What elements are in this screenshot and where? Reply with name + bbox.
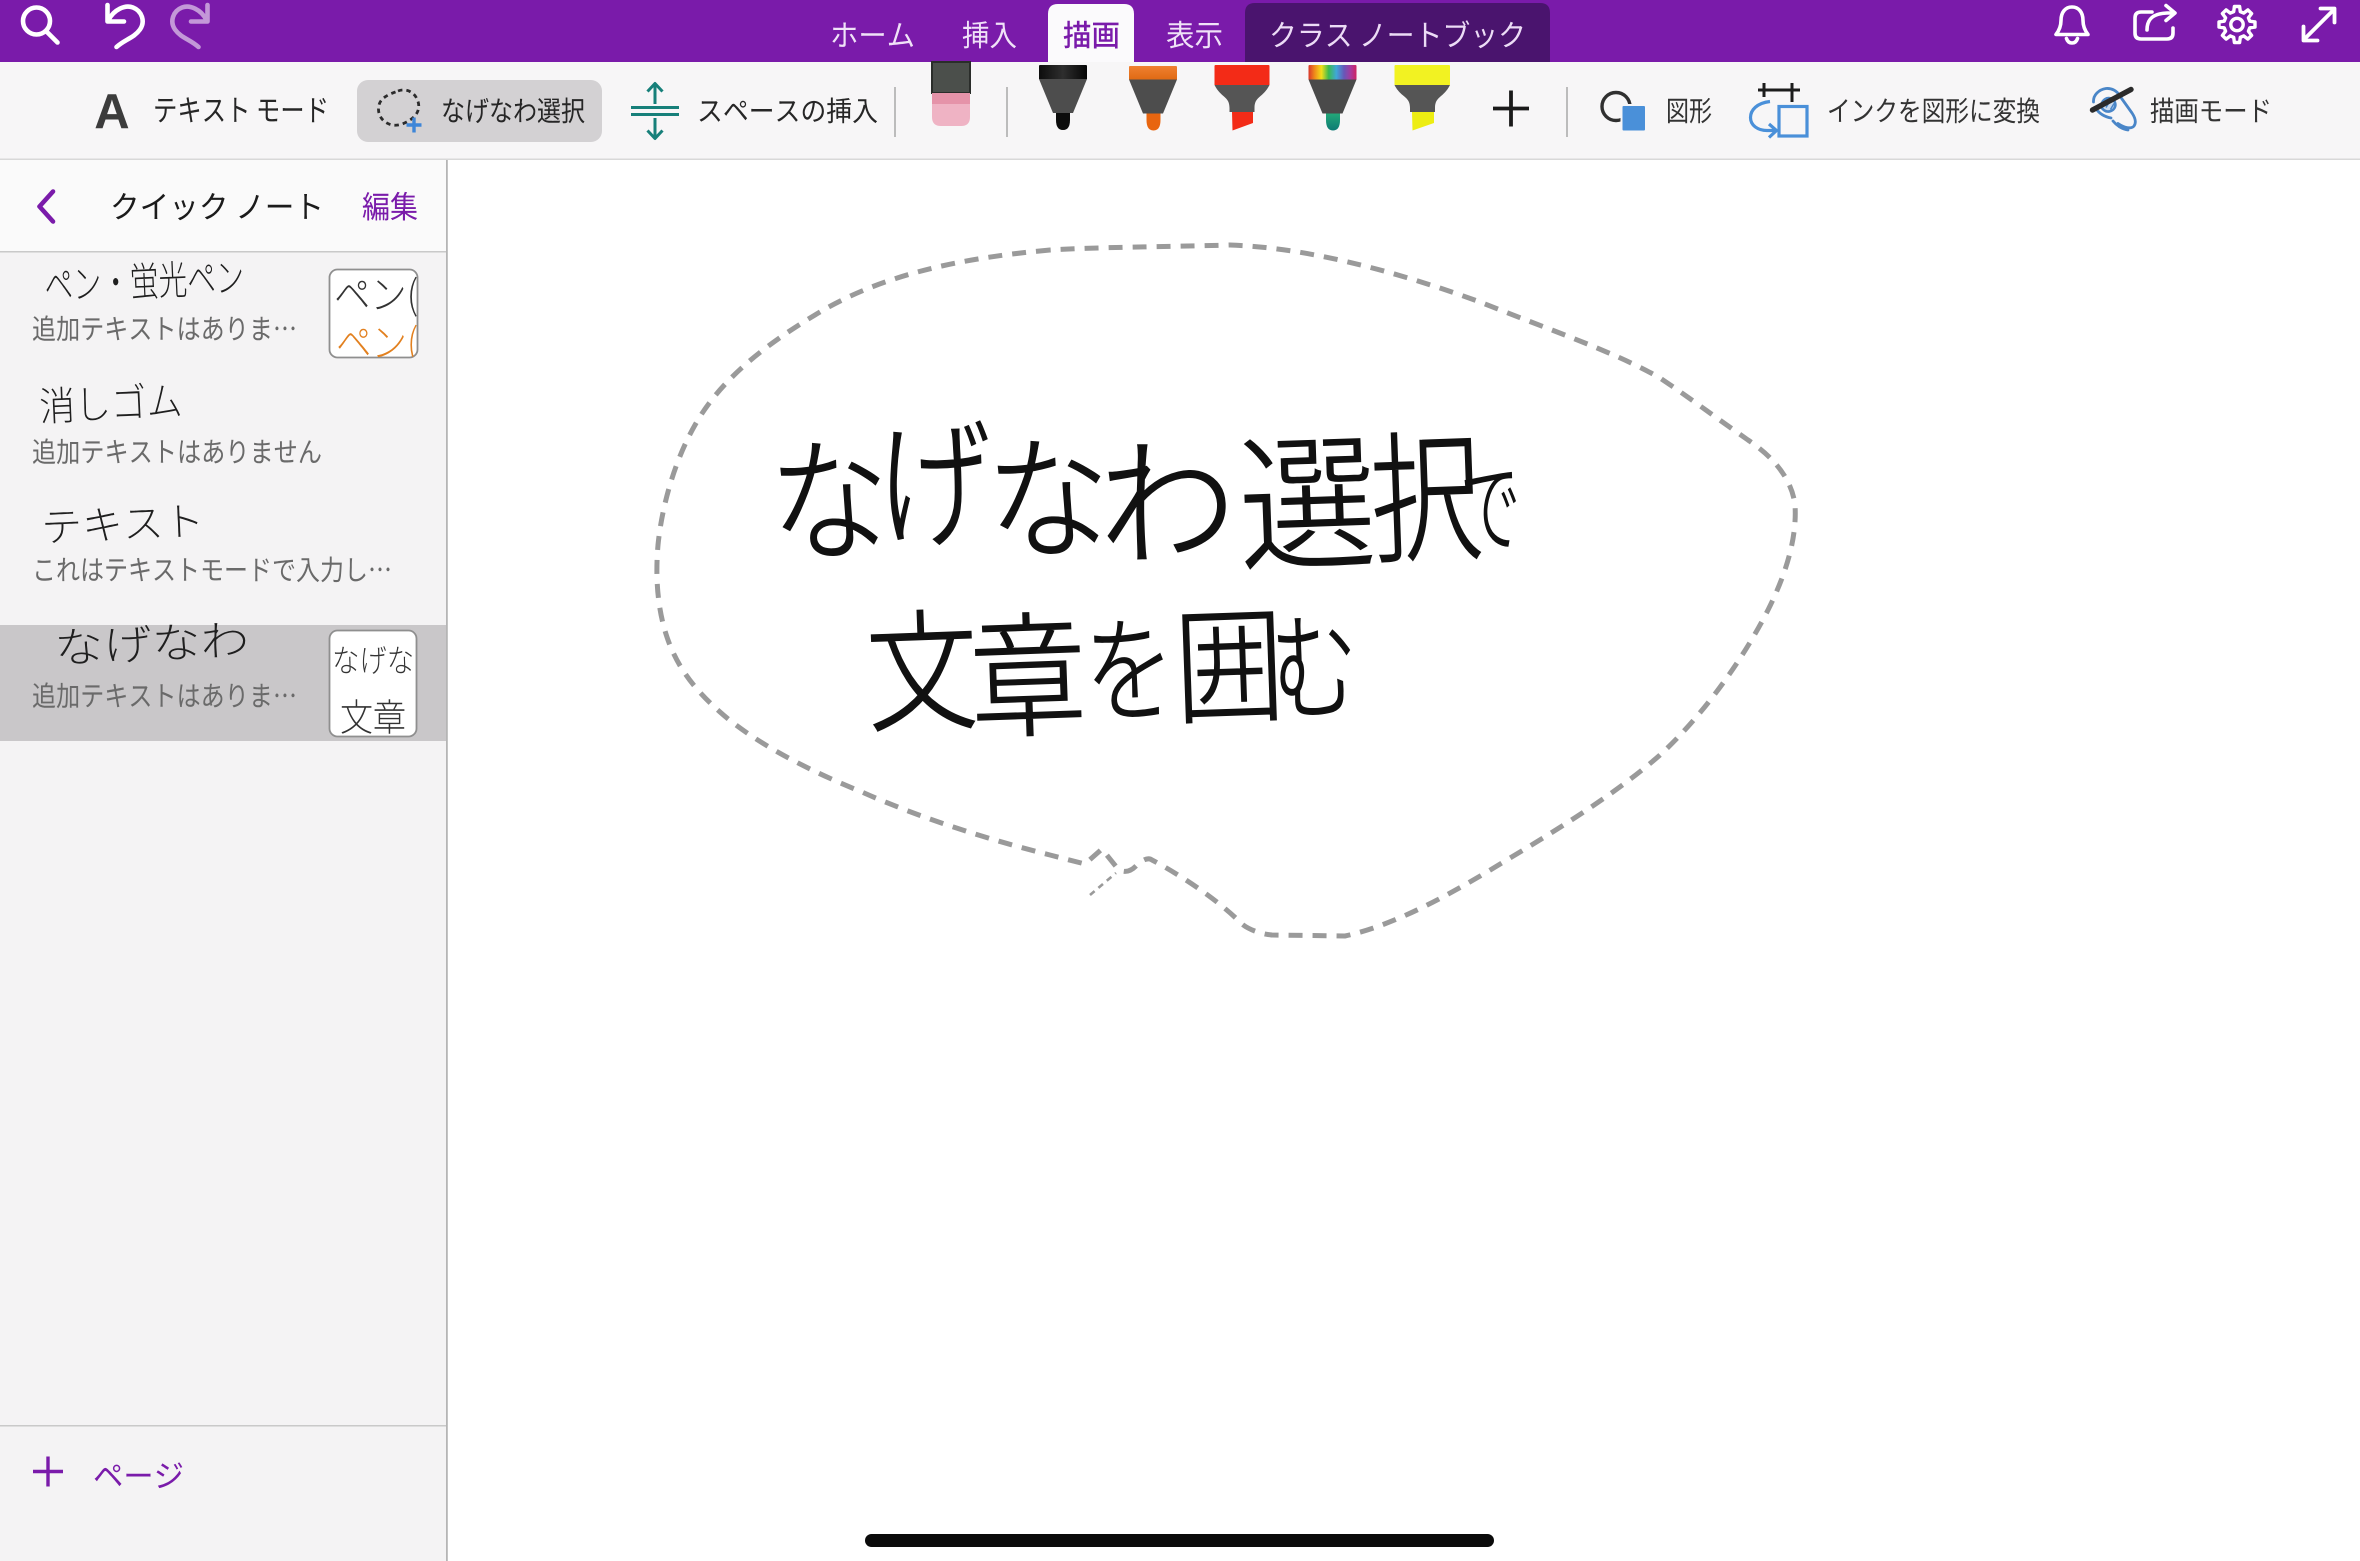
svg-text:A: A	[94, 85, 129, 139]
